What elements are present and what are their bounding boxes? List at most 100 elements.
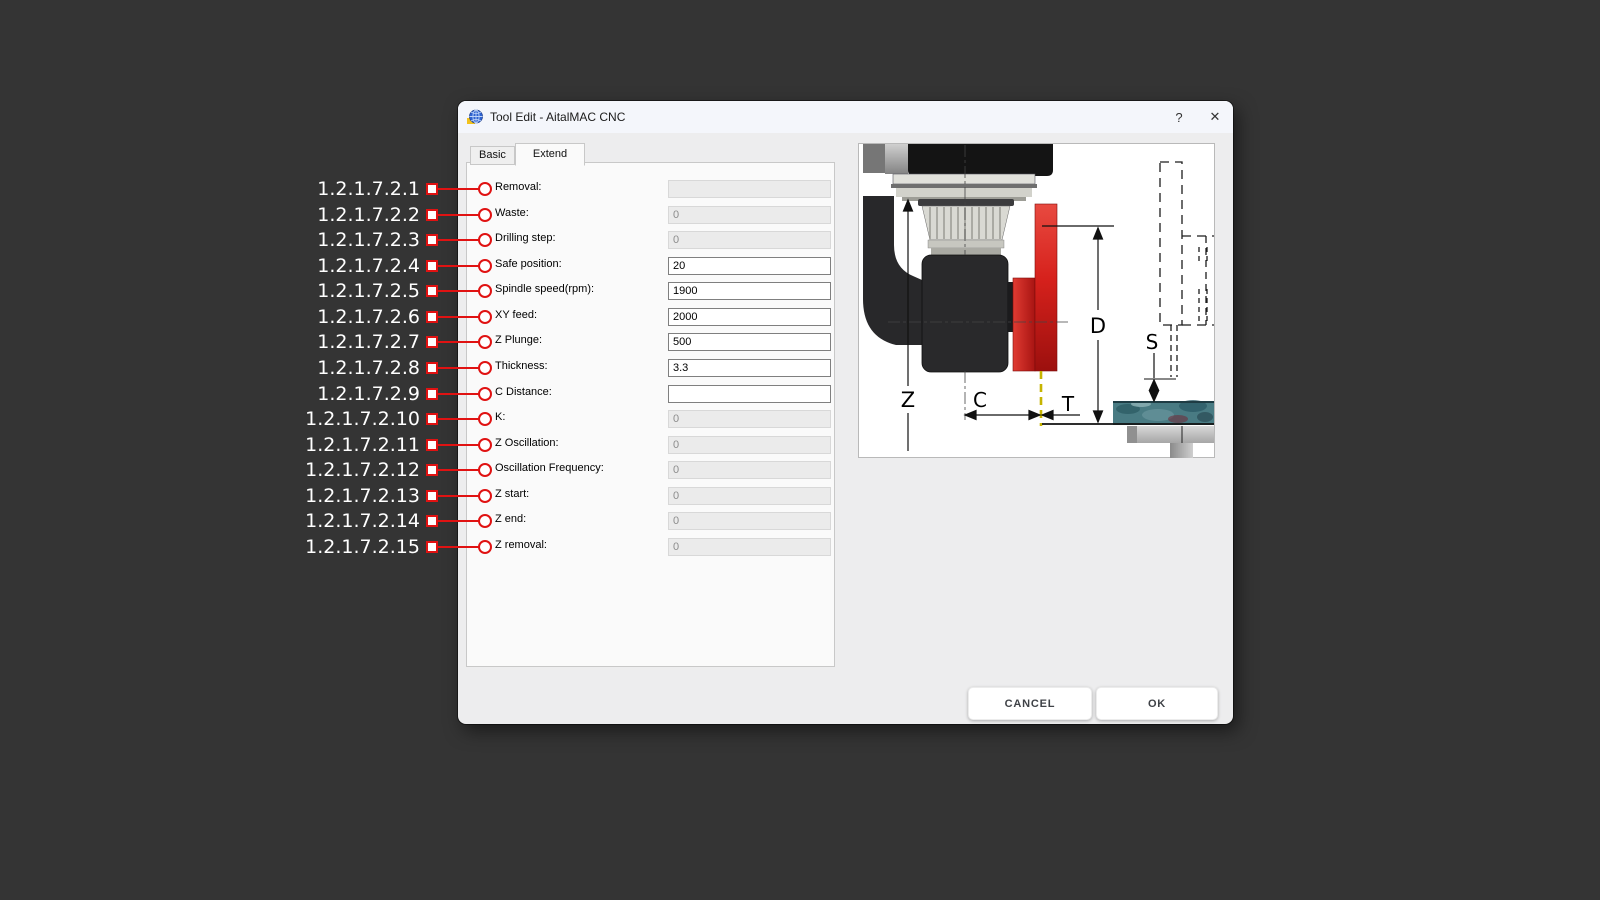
dim-label-t: T (1061, 392, 1075, 416)
annotation-circle-marker (478, 540, 492, 554)
field-label: K: (495, 411, 505, 423)
tab-extend[interactable]: Extend (515, 143, 585, 166)
saw-blade (1035, 204, 1057, 371)
field-input (668, 180, 831, 198)
annotation-label: 1.2.1.7.2.9 (240, 381, 420, 407)
dialog-title: Tool Edit - AitalMAC CNC (490, 110, 625, 124)
annotation-circle-marker (478, 335, 492, 349)
annotation-connector-line (437, 290, 479, 292)
field-label: Drilling step: (495, 232, 556, 244)
field-label: Z removal: (495, 539, 547, 551)
cnc-tool-diagram: Z D C T S (858, 143, 1215, 458)
field-input[interactable] (668, 282, 831, 300)
dim-label-s: S (1146, 330, 1159, 354)
field-label: C Distance: (495, 386, 552, 398)
annotation-circle-marker (478, 259, 492, 273)
annotation-circle-marker (478, 208, 492, 222)
angle-head-body (922, 255, 1008, 372)
annotation-connector-line (437, 265, 479, 267)
annotation-connector-line (437, 546, 479, 548)
machine-table (1127, 426, 1214, 443)
field-input (668, 206, 831, 224)
annotation-connector-line (437, 393, 479, 395)
field-input[interactable] (668, 257, 831, 275)
annotation-connector-line (437, 495, 479, 497)
annotation-circle-marker (478, 361, 492, 375)
annotation-circle-marker (478, 514, 492, 528)
cancel-button[interactable]: CANCEL (968, 687, 1092, 720)
annotation-label: 1.2.1.7.2.2 (240, 202, 420, 228)
spindle-housing (908, 144, 1053, 176)
field-label: Z Plunge: (495, 334, 542, 346)
field-input (668, 538, 831, 556)
workpiece-marble (1113, 400, 1214, 425)
annotation-connector-line (437, 188, 479, 190)
field-label: Z Oscillation: (495, 437, 559, 449)
field-label: Oscillation Frequency: (495, 462, 604, 474)
field-label: Safe position: (495, 258, 562, 270)
screen: Tool Edit - AitalMAC CNC ? ✕ Basic Exten… (0, 0, 1600, 900)
dialog-titlebar[interactable]: Tool Edit - AitalMAC CNC ? ✕ (458, 101, 1233, 133)
annotation-label: 1.2.1.7.2.12 (240, 457, 420, 483)
help-button[interactable]: ? (1161, 101, 1197, 133)
annotation-circle-marker (478, 284, 492, 298)
annotation-circle-marker (478, 489, 492, 503)
ok-button[interactable]: OK (1096, 687, 1218, 720)
annotation-circle-marker (478, 463, 492, 477)
annotation-connector-line (437, 316, 479, 318)
field-input[interactable] (668, 308, 831, 326)
field-label: Z end: (495, 513, 526, 525)
field-input (668, 410, 831, 428)
field-input[interactable] (668, 333, 831, 351)
annotation-connector-line (437, 469, 479, 471)
annotation-circle-marker (478, 310, 492, 324)
table-pedestal (1170, 443, 1193, 458)
field-input (668, 436, 831, 454)
blade-hub (1013, 278, 1035, 371)
annotation-connector-line (437, 214, 479, 216)
annotation-label: 1.2.1.7.2.1 (240, 176, 420, 202)
annotation-circle-marker (478, 233, 492, 247)
annotation-connector-line (437, 239, 479, 241)
field-label: Waste: (495, 207, 529, 219)
app-globe-icon (467, 109, 483, 125)
annotation-label: 1.2.1.7.2.14 (240, 508, 420, 534)
annotation-label: 1.2.1.7.2.13 (240, 483, 420, 509)
dim-label-z: Z (901, 388, 915, 412)
tab-bar: Basic Extend (470, 143, 585, 165)
machine-frame-block (863, 144, 885, 173)
field-input (668, 231, 831, 249)
field-label: Thickness: (495, 360, 548, 372)
annotation-label: 1.2.1.7.2.4 (240, 253, 420, 279)
annotation-label: 1.2.1.7.2.8 (240, 355, 420, 381)
field-input[interactable] (668, 359, 831, 377)
field-input[interactable] (668, 385, 831, 403)
annotation-circle-marker (478, 412, 492, 426)
annotation-connector-line (437, 520, 479, 522)
annotation-connector-line (437, 418, 479, 420)
field-input (668, 487, 831, 505)
annotation-circle-marker (478, 438, 492, 452)
annotation-connector-line (437, 341, 479, 343)
close-icon[interactable]: ✕ (1197, 101, 1233, 133)
annotation-connector-line (437, 367, 479, 369)
dim-label-c: C (973, 388, 987, 412)
annotation-label: 1.2.1.7.2.7 (240, 329, 420, 355)
field-label: XY feed: (495, 309, 537, 321)
annotation-label: 1.2.1.7.2.6 (240, 304, 420, 330)
field-label: Removal: (495, 181, 541, 193)
annotation-circle-marker (478, 387, 492, 401)
annotation-label: 1.2.1.7.2.3 (240, 227, 420, 253)
annotation-connector-line (437, 444, 479, 446)
annotation-label: 1.2.1.7.2.5 (240, 278, 420, 304)
field-label: Spindle speed(rpm): (495, 283, 594, 295)
dim-label-d: D (1090, 314, 1106, 338)
annotation-label: 1.2.1.7.2.11 (240, 432, 420, 458)
collet-nut (922, 206, 1010, 240)
tab-basic[interactable]: Basic (470, 146, 515, 165)
annotation-label: 1.2.1.7.2.15 (240, 534, 420, 560)
field-input (668, 461, 831, 479)
field-input (668, 512, 831, 530)
field-label: Z start: (495, 488, 529, 500)
annotation-label: 1.2.1.7.2.10 (240, 406, 420, 432)
